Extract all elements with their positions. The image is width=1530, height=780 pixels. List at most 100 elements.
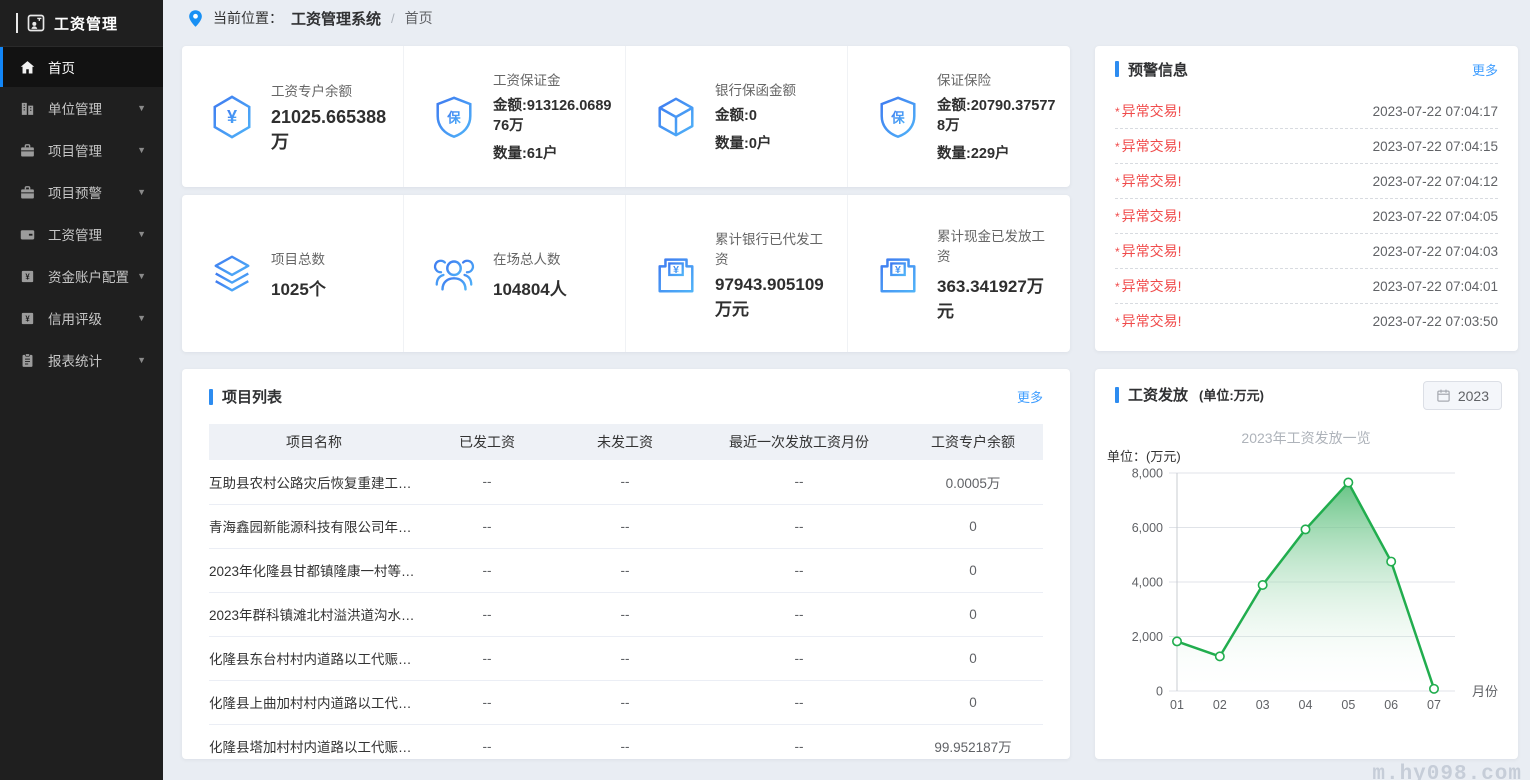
project-value-cell: -- <box>555 460 695 504</box>
chevron-down-icon: ▼ <box>137 313 146 323</box>
sidebar-item-6[interactable]: ¥信用评级▼ <box>0 297 163 339</box>
svg-text:03: 03 <box>1256 698 1270 712</box>
table-row[interactable]: 化隆县东台村村内道路以工代赈项目------0 <box>209 636 1043 680</box>
layers-icon <box>209 251 255 297</box>
stat-value: 97943.905109万元 <box>715 275 835 320</box>
table-row[interactable]: 互助县农村公路灾后恢复重建工程-2...------0.0005万 <box>209 460 1043 504</box>
sidebar-item-3[interactable]: 项目预警▼ <box>0 171 163 213</box>
table-row[interactable]: 青海鑫园新能源科技有限公司年产3...------0 <box>209 504 1043 548</box>
svg-text:4,000: 4,000 <box>1132 576 1163 590</box>
title-accent-bar <box>209 389 213 405</box>
project-value-cell: 0.0005万 <box>903 460 1043 504</box>
alert-text: *异常交易! <box>1115 101 1182 121</box>
project-value-cell: -- <box>695 724 903 759</box>
sidebar-item-5[interactable]: ¥资金账户配置▼ <box>0 255 163 297</box>
briefcase-icon <box>19 142 36 159</box>
chevron-down-icon: ▼ <box>137 103 146 113</box>
table-row[interactable]: 2023年群科镇滩北村溢洪道沟水毁...------0 <box>209 592 1043 636</box>
column-header: 已发工资 <box>419 424 555 460</box>
stat-card-银行保函金额: 银行保函金额金额:0数量:0户 <box>626 46 848 187</box>
sidebar-item-1[interactable]: 单位管理 ▼ <box>0 87 163 129</box>
alert-time: 2023-07-22 07:04:15 <box>1373 139 1498 154</box>
stat-line: 金额:20790.375778万 <box>937 96 1058 137</box>
stats-row-2: 项目总数1025个在场总人数104804人¥累计银行已代发工资97943.905… <box>182 195 1070 352</box>
sidebar-item-4[interactable]: 工资管理▼ <box>0 213 163 255</box>
svg-text:06: 06 <box>1384 698 1398 712</box>
project-value-cell: -- <box>695 504 903 548</box>
wallet-icon <box>19 226 36 243</box>
stat-value: 104804人 <box>493 275 567 300</box>
asterisk-icon: * <box>1115 105 1120 119</box>
hexagon-yen-icon: ¥ <box>209 94 255 140</box>
sidebar-item-label: 项目管理 <box>48 140 102 160</box>
svg-text:01: 01 <box>1170 698 1184 712</box>
sidebar-item-label: 信用评级 <box>48 308 102 328</box>
svg-text:0: 0 <box>1156 685 1163 699</box>
project-table: 项目名称已发工资未发工资最近一次发放工资月份工资专户余额 互助县农村公路灾后恢复… <box>209 424 1043 759</box>
sidebar-item-0[interactable]: 首页 <box>0 47 163 87</box>
chevron-down-icon: ▼ <box>137 271 146 281</box>
app-title: 工资管理 <box>54 13 118 34</box>
stat-line: 金额:913126.068976万 <box>493 96 613 137</box>
table-row[interactable]: 化隆县塔加村村内道路以工代赈项目------99.952187万 <box>209 724 1043 759</box>
svg-text:6,000: 6,000 <box>1132 521 1163 535</box>
project-value-cell: -- <box>555 680 695 724</box>
svg-text:¥: ¥ <box>895 264 901 276</box>
alert-item[interactable]: *异常交易!2023-07-22 07:04:05 <box>1115 199 1498 234</box>
logo-bar <box>16 13 18 33</box>
column-header: 未发工资 <box>555 424 695 460</box>
svg-text:保: 保 <box>446 109 461 125</box>
cube-icon <box>653 94 699 140</box>
sidebar-item-label: 首页 <box>48 57 75 77</box>
stat-line: 金额:0 <box>715 106 796 126</box>
svg-text:月份: 月份 <box>1472 684 1498 699</box>
project-value-cell: -- <box>419 548 555 592</box>
sidebar-menu: 首页单位管理▼项目管理▼项目预警▼工资管理▼¥资金账户配置▼¥信用评级▼报表统计… <box>0 47 163 381</box>
alert-item[interactable]: *异常交易!2023-07-22 07:04:01 <box>1115 269 1498 304</box>
stat-label: 累计银行已代发工资 <box>715 228 835 268</box>
alerts-more-link[interactable]: 更多 <box>1472 60 1498 79</box>
svg-text:保: 保 <box>890 109 905 125</box>
sidebar-item-label: 项目预警 <box>48 182 102 202</box>
column-header: 项目名称 <box>209 424 419 460</box>
salary-chart-panel: 工资发放 (单位:万元) 2023 2023年工资发放一览单位：(万元)02,0… <box>1095 369 1518 759</box>
breadcrumb-system-link[interactable]: 工资管理系统 <box>291 8 381 29</box>
svg-text:05: 05 <box>1341 698 1355 712</box>
project-name-cell: 互助县农村公路灾后恢复重建工程-2... <box>209 460 419 504</box>
project-value-cell: -- <box>419 592 555 636</box>
sidebar-item-label: 单位管理 <box>48 98 102 118</box>
left-column: ¥工资专户余额21025.665388万保工资保证金金额:913126.0689… <box>182 46 1070 759</box>
alert-item[interactable]: *异常交易!2023-07-22 07:04:12 <box>1115 164 1498 199</box>
project-value-cell: -- <box>555 592 695 636</box>
breadcrumb-current[interactable]: 首页 <box>405 8 433 28</box>
cash-icon: ¥ <box>653 251 699 297</box>
stat-label: 工资专户余额 <box>271 80 391 100</box>
asterisk-icon: * <box>1115 245 1120 259</box>
project-value-cell: 0 <box>903 592 1043 636</box>
sidebar-item-2[interactable]: 项目管理▼ <box>0 129 163 171</box>
table-row[interactable]: 2023年化隆县甘都镇隆康一村等6村...------0 <box>209 548 1043 592</box>
project-name-cell: 化隆县东台村村内道路以工代赈项目 <box>209 636 419 680</box>
projects-more-link[interactable]: 更多 <box>1017 387 1043 406</box>
project-value-cell: 0 <box>903 504 1043 548</box>
alert-item[interactable]: *异常交易!2023-07-22 07:03:50 <box>1115 304 1498 332</box>
sidebar-item-label: 报表统计 <box>48 350 102 370</box>
stat-label: 在场总人数 <box>493 248 567 268</box>
project-list-title: 项目列表 <box>222 386 282 407</box>
stat-card-保证保险: 保保证保险金额:20790.375778万数量:229户 <box>848 46 1070 187</box>
table-row[interactable]: 化隆县上曲加村村内道路以工代赈项目------0 <box>209 680 1043 724</box>
alert-item[interactable]: *异常交易! 2023-07-22 07:04:15 <box>1115 129 1498 164</box>
stat-value: 363.341927万元 <box>937 272 1058 322</box>
project-name-cell: 化隆县上曲加村村内道路以工代赈项目 <box>209 680 419 724</box>
alerts-title: 预警信息 <box>1128 59 1188 80</box>
calendar-icon <box>1436 388 1451 403</box>
alert-item[interactable]: *异常交易!2023-07-22 07:04:03 <box>1115 234 1498 269</box>
alert-text: *异常交易! <box>1115 311 1182 331</box>
svg-text:07: 07 <box>1427 698 1441 712</box>
sidebar-item-7[interactable]: 报表统计▼ <box>0 339 163 381</box>
alert-item[interactable]: *异常交易!2023-07-22 07:04:17 <box>1115 94 1498 129</box>
alert-text: *异常交易! <box>1115 136 1182 156</box>
shield-icon: 保 <box>875 94 921 140</box>
year-selector[interactable]: 2023 <box>1423 381 1502 410</box>
title-accent-bar <box>1115 61 1119 77</box>
